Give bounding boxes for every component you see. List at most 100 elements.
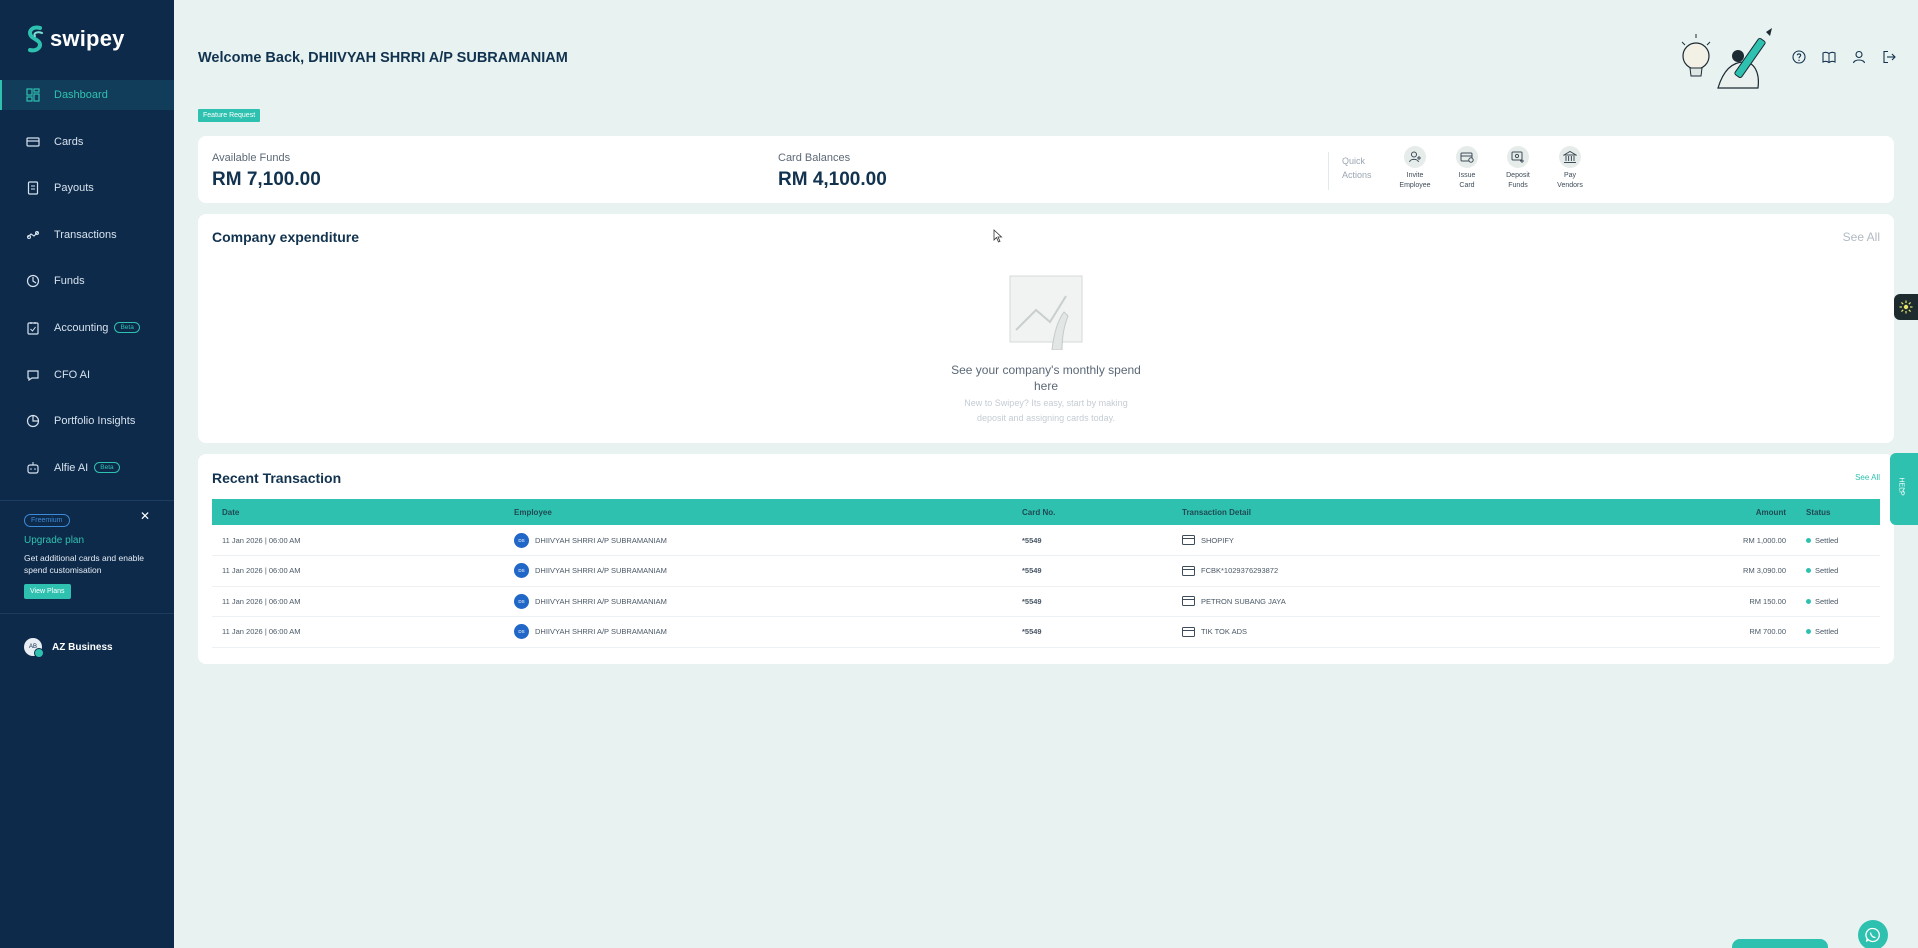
column-header-employee[interactable]: Employee	[504, 499, 1012, 525]
header-actions	[1792, 50, 1896, 64]
accessibility-widget[interactable]	[1894, 294, 1918, 320]
see-all-link[interactable]: See All	[1843, 230, 1880, 244]
card-number-cell: *5549	[1012, 616, 1172, 648]
employee-name: DHIIVYAH SHRRI A/P SUBRAMANIAM	[535, 566, 667, 576]
business-switcher[interactable]: AB AZ Business	[24, 638, 113, 658]
detail-info: SHOPIFY	[1182, 535, 1562, 545]
avatar: AB	[24, 638, 44, 658]
page-title: Welcome Back, DHIIVYAH SHRRI A/P SUBRAMA…	[198, 50, 568, 66]
date-cell: 11 Jan 2026 | 06:00 AM	[212, 616, 504, 648]
detail-info: PETRON SUBANG JAYA	[1182, 596, 1562, 607]
employee-cell: DS DHIIVYAH SHRRI A/P SUBRAMANIAM	[504, 555, 1012, 587]
help-icon[interactable]	[1792, 50, 1806, 64]
funds-icon	[26, 274, 40, 288]
column-header-status[interactable]: Status	[1796, 499, 1880, 525]
status-badge: Settled	[1806, 566, 1870, 575]
avatar: DS	[514, 532, 529, 548]
sidebar-item-cfo-ai[interactable]: CFO AI	[0, 360, 174, 390]
employee-name: DHIIVYAH SHRRI A/P SUBRAMANIAM	[535, 535, 667, 545]
sidebar-item-label: Dashboard	[54, 89, 108, 101]
column-header-amount[interactable]: Amount	[1572, 499, 1796, 525]
feature-request-button[interactable]: Feature Request	[198, 109, 261, 122]
column-header-card-no[interactable]: Card No.	[1012, 499, 1172, 525]
chat-widget-pill[interactable]	[1732, 939, 1828, 948]
sidebar-item-accounting[interactable]: Accounting Beta	[0, 313, 174, 343]
status-cell: Settled	[1796, 586, 1880, 617]
sidebar-item-label: Funds	[54, 275, 85, 288]
card-icon	[1182, 626, 1195, 637]
employee-cell: DS DHIIVYAH SHRRI A/P SUBRAMANIAM	[504, 616, 1012, 648]
date-cell: 11 Jan 2026 | 06:00 AM	[212, 586, 504, 617]
sidebar-item-dashboard[interactable]: Dashboard	[0, 80, 174, 110]
sidebar-item-alfie-ai[interactable]: Alfie AI Beta	[0, 453, 174, 483]
bank-icon	[1559, 146, 1581, 168]
status-dot	[1806, 537, 1811, 543]
qa-line1: Issue	[1458, 172, 1476, 179]
employee-info: DS DHIIVYAH SHRRI A/P SUBRAMANIAM	[514, 532, 1002, 548]
company-expenditure-card: Company expenditure See All See your com…	[198, 214, 1894, 443]
sidebar-item-transactions[interactable]: Transactions	[0, 220, 174, 250]
employee-info: DS DHIIVYAH SHRRI A/P SUBRAMANIAM	[514, 563, 1002, 579]
pay-vendors-button[interactable]: Pay Vendors	[1547, 146, 1593, 191]
employee-cell: DS DHIIVYAH SHRRI A/P SUBRAMANIAM	[504, 525, 1012, 556]
detail-info: TIK TOK ADS	[1182, 626, 1562, 637]
brand-name: swipey	[50, 26, 125, 51]
detail-cell: SHOPIFY	[1172, 525, 1572, 556]
issue-card-icon	[1456, 146, 1478, 168]
upgrade-plan-box: Freemium ✕ Upgrade plan Get additional c…	[0, 500, 174, 614]
see-all-link[interactable]: See All	[1855, 473, 1880, 482]
funds-summary-card: Available Funds RM 7,100.00 Card Balance…	[198, 136, 1894, 203]
quick-actions-label: Quick Actions	[1342, 156, 1372, 180]
sidebar-item-payouts[interactable]: Payouts	[0, 173, 174, 203]
column-header-detail[interactable]: Transaction Detail	[1172, 499, 1572, 525]
sidebar-item-label: Cards	[54, 135, 84, 148]
avatar: DS	[514, 593, 529, 609]
status-dot	[1806, 598, 1811, 604]
user-icon[interactable]	[1852, 50, 1866, 64]
table-row[interactable]: 11 Jan 2026 | 06:00 AM DS DHIIVYAH SHRRI …	[212, 555, 1880, 587]
sidebar-item-cards[interactable]: Cards	[0, 127, 174, 157]
header-illustration	[1681, 28, 1772, 89]
card-number-cell: *5549	[1012, 555, 1172, 587]
invite-employee-button[interactable]: Invite Employee	[1392, 146, 1438, 191]
table-row[interactable]: 11 Jan 2026 | 06:00 AM DS DHIIVYAH SHRRI …	[212, 525, 1880, 556]
sidebar-nav: Dashboard Cards Payouts Transactions Fun…	[0, 80, 174, 499]
employee-name: DHIIVYAH SHRRI A/P SUBRAMANIAM	[535, 596, 667, 606]
detail-cell: PETRON SUBANG JAYA	[1172, 586, 1572, 617]
sidebar-item-label: Transactions	[54, 228, 117, 241]
sidebar-item-label: Payouts	[54, 182, 94, 195]
book-icon[interactable]	[1822, 50, 1836, 64]
status-cell: Settled	[1796, 616, 1880, 648]
qa-line2: Funds	[1508, 182, 1528, 189]
detail-cell: FCBK*1029376293872	[1172, 555, 1572, 587]
accounting-icon	[26, 321, 40, 335]
sidebar-item-label: CFO AI	[54, 368, 91, 381]
business-name: AZ Business	[52, 641, 113, 653]
issue-card-button[interactable]: Issue Card	[1444, 146, 1490, 191]
divider	[1328, 152, 1329, 190]
card-icon	[26, 135, 40, 149]
logout-icon[interactable]	[1882, 50, 1896, 64]
amount-cell: RM 700.00	[1572, 616, 1796, 648]
upgrade-title[interactable]: Upgrade plan	[24, 535, 150, 546]
whatsapp-button[interactable]	[1858, 920, 1888, 948]
employee-name: DHIIVYAH SHRRI A/P SUBRAMANIAM	[535, 627, 667, 637]
sidebar-item-label: Accounting	[54, 321, 109, 334]
amount-cell: RM 150.00	[1572, 586, 1796, 617]
table-row[interactable]: 11 Jan 2026 | 06:00 AM DS DHIIVYAH SHRRI …	[212, 616, 1880, 648]
swipey-logo[interactable]: swipey	[24, 24, 125, 54]
deposit-funds-button[interactable]: Deposit Funds	[1495, 146, 1541, 191]
sidebar-item-portfolio-insights[interactable]: Portfolio Insights	[0, 406, 174, 436]
date-cell: 11 Jan 2026 | 06:00 AM	[212, 555, 504, 587]
column-header-date[interactable]: Date	[212, 499, 504, 525]
close-icon[interactable]: ✕	[140, 509, 150, 523]
qa-line2: Card	[1459, 182, 1475, 189]
employee-info: DS DHIIVYAH SHRRI A/P SUBRAMANIAM	[514, 593, 1002, 609]
table-row[interactable]: 11 Jan 2026 | 06:00 AM DS DHIIVYAH SHRRI …	[212, 586, 1880, 617]
help-tab-label: HELP	[1897, 477, 1905, 496]
view-plans-button[interactable]: View Plans	[24, 584, 71, 599]
empty-state-illustration	[1009, 275, 1083, 350]
sidebar-item-funds[interactable]: Funds	[0, 266, 174, 296]
dashboard-icon	[26, 88, 40, 102]
help-side-tab[interactable]: ‹ HELP	[1890, 453, 1918, 525]
